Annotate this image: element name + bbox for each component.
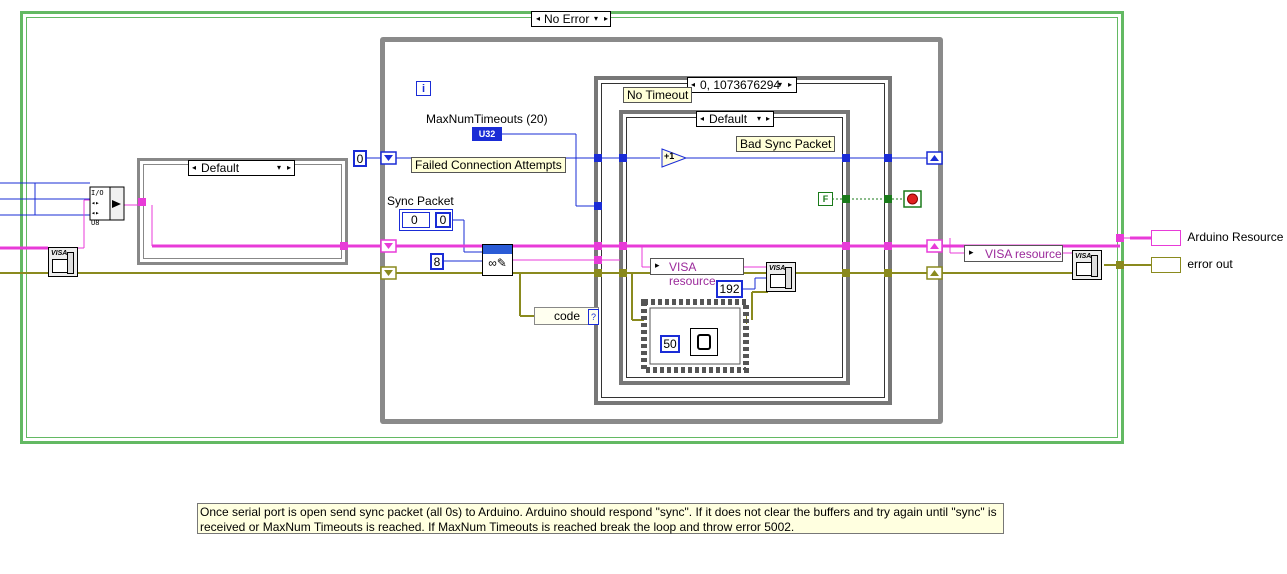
arrow-icon: ▸ — [969, 247, 974, 257]
terminal-icon: ? — [588, 309, 599, 325]
arduino-resource-indicator: Arduino Resource — [1151, 230, 1283, 246]
wait-ms-constant[interactable]: 50 — [660, 335, 680, 353]
byte-count-constant[interactable]: 8 — [430, 253, 444, 270]
error-indicator-icon — [1151, 257, 1181, 273]
visa-write-header — [483, 245, 512, 254]
sync-packet-element[interactable]: 0 — [435, 212, 451, 228]
watch-icon — [697, 334, 711, 350]
visa-read-node[interactable]: VISA — [766, 262, 796, 292]
write-icon: ∞✎ — [488, 256, 507, 270]
sync-packet-index[interactable]: 0 — [402, 212, 430, 228]
read-count-constant[interactable]: 192 — [716, 280, 743, 298]
wire-layer — [0, 133, 1152, 373]
bundle-node: I/O ◂▸ ◂▸ U8 — [91, 189, 104, 227]
arrow-icon: ▸ — [655, 260, 660, 270]
type-tag: U32 — [478, 129, 496, 139]
increment-node: +1 — [664, 151, 675, 161]
false-constant[interactable]: F — [818, 192, 833, 206]
visa-resource-inner: ▸ VISA resource — [650, 258, 744, 288]
sync-packet-array[interactable]: 0 0 — [399, 209, 453, 231]
max-num-timeouts-label: MaxNumTimeouts (20) — [426, 112, 548, 126]
info-icon[interactable]: i — [416, 81, 431, 96]
visa-close-node[interactable]: VISA — [1072, 250, 1102, 280]
visa-resource-outer: ▸ VISA resource — [964, 245, 1063, 262]
visa-write-node[interactable]: ∞✎ — [482, 244, 513, 276]
error-out-indicator: error out — [1151, 257, 1233, 273]
sync-packet-label: Sync Packet — [387, 194, 454, 208]
wait-node[interactable] — [690, 328, 718, 356]
code-indicator: code ? — [534, 307, 599, 325]
max-num-timeouts-control[interactable]: U32 — [472, 127, 502, 141]
visa-indicator-icon — [1151, 230, 1181, 246]
visa-open-node[interactable]: VISA — [48, 247, 78, 277]
diagram-comment: Once serial port is open send sync packe… — [197, 503, 1004, 534]
shift-register-init-constant[interactable]: 0 — [353, 150, 367, 167]
failed-attempts-label: Failed Connection Attempts — [411, 157, 566, 173]
